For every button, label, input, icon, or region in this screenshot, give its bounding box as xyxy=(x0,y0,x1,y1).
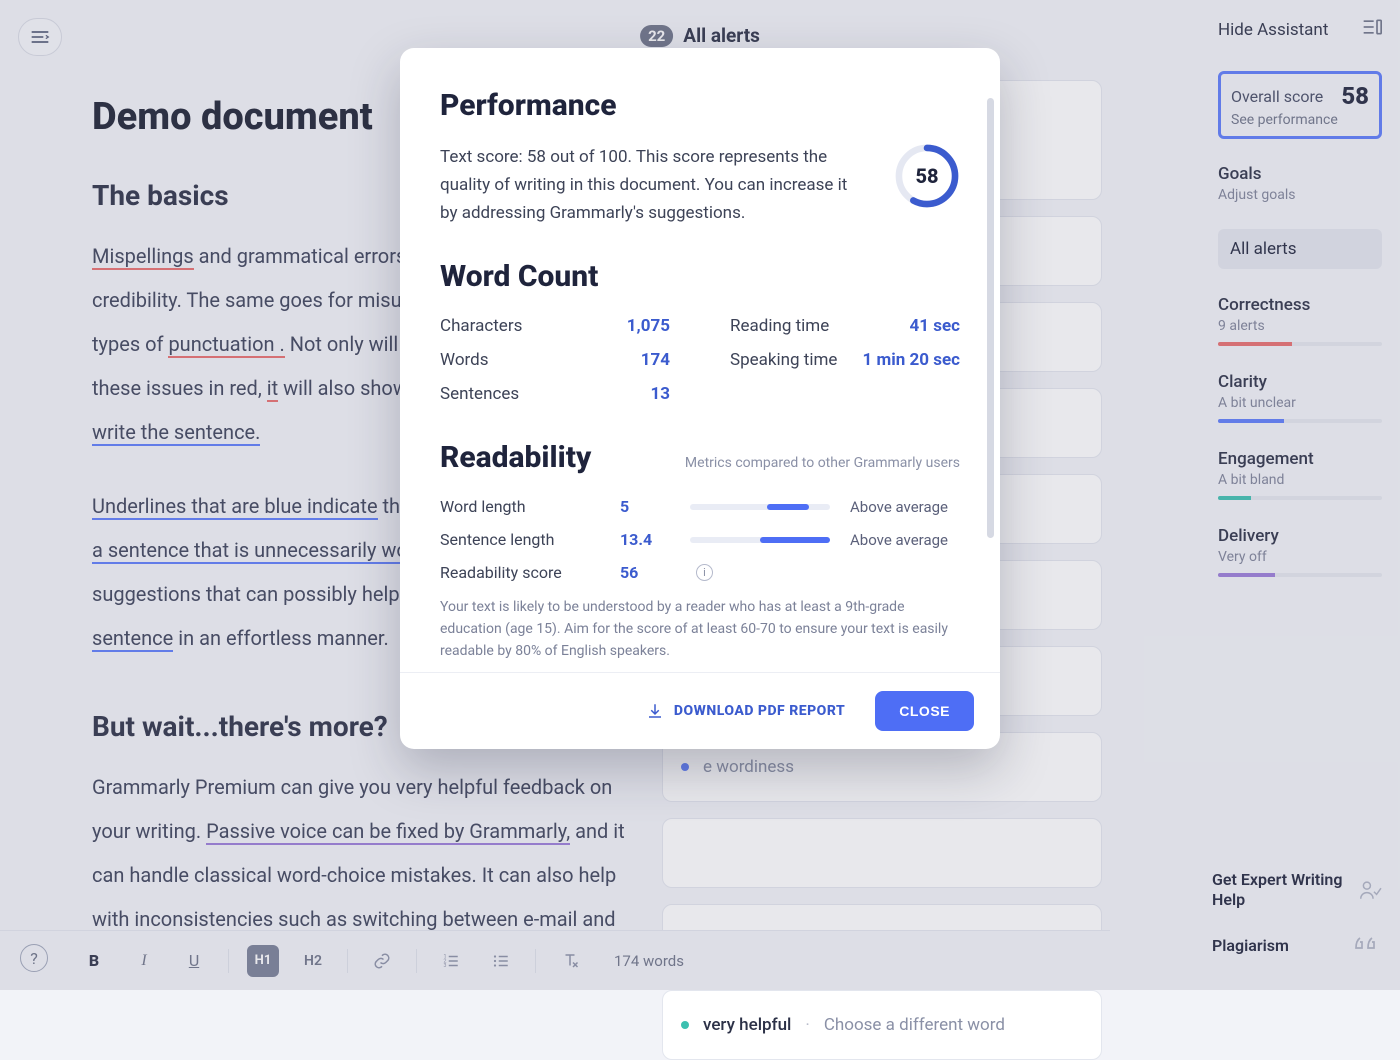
score-ring: 58 xyxy=(894,143,960,209)
download-icon xyxy=(646,702,664,720)
info-icon[interactable]: i xyxy=(696,564,713,581)
readability-explain: Your text is likely to be understood by … xyxy=(440,596,960,662)
suggestion-card[interactable]: very helpful·Choose a different word xyxy=(662,990,1102,1060)
readability-score-value: 56 xyxy=(620,563,670,582)
sentence-length-value: 13.4 xyxy=(620,530,670,549)
dot-icon xyxy=(681,1021,689,1029)
help-icon[interactable]: ? xyxy=(20,944,48,972)
close-button[interactable]: CLOSE xyxy=(875,691,974,731)
sentence-length-slider xyxy=(690,537,830,543)
scrollbar[interactable] xyxy=(987,98,994,538)
characters-value: 1,075 xyxy=(627,316,670,336)
readability-subtitle: Metrics compared to other Grammarly user… xyxy=(685,455,960,471)
word-length-value: 5 xyxy=(620,497,670,516)
score-ring-value: 58 xyxy=(894,143,960,209)
download-pdf-button[interactable]: DOWNLOAD PDF REPORT xyxy=(646,702,845,720)
words-value: 174 xyxy=(641,350,670,370)
sentences-value: 13 xyxy=(650,384,670,404)
wc-heading: Word Count xyxy=(440,259,960,294)
reading-time-value: 41 sec xyxy=(909,316,960,336)
performance-modal: Performance Text score: 58 out of 100. T… xyxy=(400,48,1000,749)
word-length-slider xyxy=(690,504,830,510)
readability-heading: Readability xyxy=(440,440,591,475)
perf-heading: Performance xyxy=(440,88,960,123)
speaking-time-value: 1 min 20 sec xyxy=(863,350,960,370)
perf-description: Text score: 58 out of 100. This score re… xyxy=(440,143,864,227)
